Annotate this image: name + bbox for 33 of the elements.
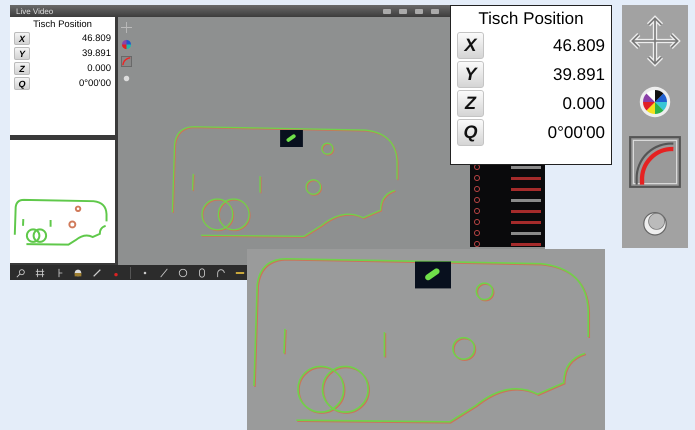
- edge-tool-icon[interactable]: [628, 135, 682, 190]
- grid-icon[interactable]: [35, 268, 45, 278]
- axis-button[interactable]: Y: [457, 61, 484, 88]
- color-wheel-icon[interactable]: [639, 86, 671, 118]
- camera-inset: [415, 261, 451, 289]
- camera-inset: [280, 130, 303, 147]
- panel-title: Tisch Position: [477, 9, 585, 29]
- circle-tool-icon[interactable]: [178, 268, 188, 278]
- search-icon[interactable]: [16, 268, 26, 278]
- axis-button[interactable]: X: [457, 32, 484, 59]
- axis-value: 0.000: [562, 94, 605, 114]
- pencil-icon[interactable]: [92, 268, 102, 278]
- axis-value: 0°00'00: [78, 78, 111, 89]
- arc-tool-icon[interactable]: [216, 268, 226, 278]
- color-wheel-icon[interactable]: [121, 39, 132, 50]
- axis-value: 39.891: [82, 48, 111, 59]
- axis-button[interactable]: Z: [457, 90, 484, 117]
- axis-value: 46.809: [553, 36, 605, 56]
- axis-value: 0.000: [87, 63, 111, 74]
- slot-tool-icon[interactable]: [197, 268, 207, 278]
- axis-value: 0°00'00: [548, 122, 605, 142]
- lamp-icon[interactable]: [73, 268, 83, 278]
- line-tool-icon[interactable]: [159, 268, 169, 278]
- move-arrows-icon[interactable]: [628, 14, 682, 68]
- axis-button[interactable]: Z: [14, 62, 30, 75]
- axis-value: 46.809: [82, 33, 111, 44]
- axis-button[interactable]: Y: [14, 47, 30, 60]
- panel-title: Tisch Position: [32, 19, 93, 30]
- window-title: Live Video: [16, 6, 54, 16]
- axis-button[interactable]: Q: [457, 119, 484, 146]
- axis-value: 39.891: [553, 64, 605, 84]
- axis-button[interactable]: Q: [14, 77, 30, 90]
- axis-button[interactable]: X: [14, 32, 30, 45]
